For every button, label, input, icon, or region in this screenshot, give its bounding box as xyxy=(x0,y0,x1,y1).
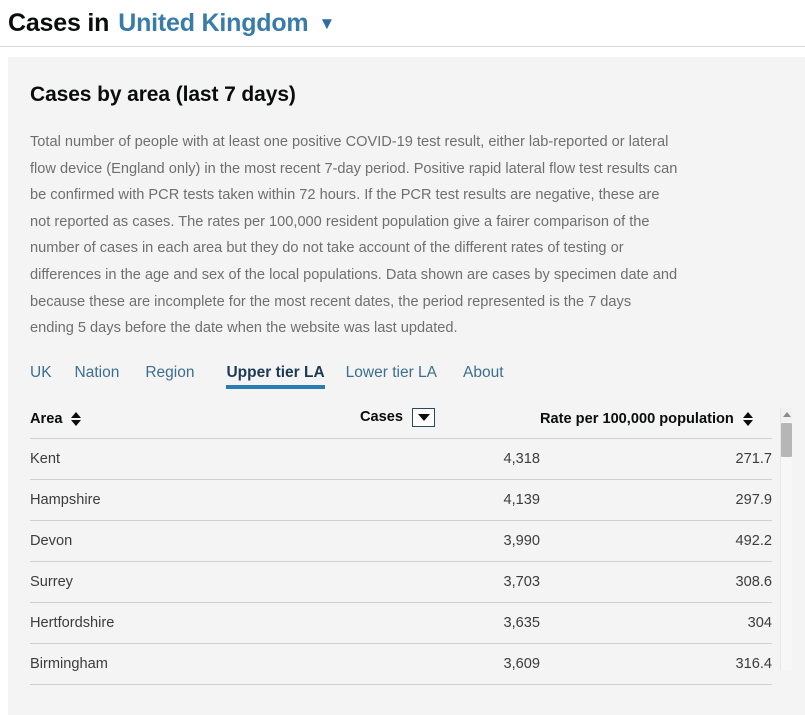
cell-cases: 3,609 xyxy=(360,643,540,685)
column-header-area-label: Area xyxy=(30,410,63,427)
cell-cases: 4,139 xyxy=(360,479,540,521)
active-tab-underline xyxy=(226,384,325,389)
column-header-area[interactable]: Area xyxy=(30,407,360,439)
cases-by-area-table: Area Cases Rate per 100,000 population K… xyxy=(30,407,772,685)
sort-descending-icon[interactable] xyxy=(412,407,436,427)
tab-upper-tier-la[interactable]: Upper tier LA xyxy=(220,364,345,390)
chevron-down-icon[interactable]: ▼ xyxy=(318,15,335,32)
cell-rate: 492.2 xyxy=(540,520,772,562)
sort-updown-icon[interactable] xyxy=(71,411,82,426)
section-heading: Cases by area (last 7 days) xyxy=(30,83,296,106)
tab-bar: UK Nation Region Upper tier LA Lower tie… xyxy=(30,364,783,390)
table-region: Area Cases Rate per 100,000 population K… xyxy=(30,407,792,685)
tab-about-label: About xyxy=(463,363,504,381)
cell-rate: 308.6 xyxy=(540,561,772,603)
cell-cases: 3,703 xyxy=(360,561,540,603)
tab-nation-label: Nation xyxy=(74,363,120,381)
tab-nation[interactable]: Nation xyxy=(75,364,146,390)
column-header-rate[interactable]: Rate per 100,000 population xyxy=(540,407,772,439)
table-row: Surrey 3,703 308.6 xyxy=(30,561,772,603)
cell-rate: 316.4 xyxy=(540,643,772,685)
cell-area: Devon xyxy=(30,520,360,562)
cell-area: Birmingham xyxy=(30,643,360,685)
table-header-row: Area Cases Rate per 100,000 population xyxy=(30,407,772,439)
location-selector-label[interactable]: United Kingdom xyxy=(118,9,308,38)
column-header-cases[interactable]: Cases xyxy=(360,407,540,439)
cases-by-area-card: Cases by area (last 7 days) Total number… xyxy=(8,57,805,715)
column-header-cases-label: Cases xyxy=(360,409,404,426)
cell-cases: 3,635 xyxy=(360,602,540,644)
table-row: Hampshire 4,139 297.9 xyxy=(30,479,772,521)
cell-rate: 304 xyxy=(540,602,772,644)
cell-area: Kent xyxy=(30,438,360,480)
table-row: Devon 3,990 492.2 xyxy=(30,520,772,562)
cell-area: Surrey xyxy=(30,561,360,603)
tab-region[interactable]: Region xyxy=(145,364,220,390)
tab-about[interactable]: About xyxy=(463,364,527,390)
scroll-up-icon[interactable] xyxy=(781,407,792,422)
tab-uk-label: UK xyxy=(30,363,52,381)
cell-cases: 3,990 xyxy=(360,520,540,562)
table-row: Birmingham 3,609 316.4 xyxy=(30,643,772,685)
page-title-static: Cases in xyxy=(8,8,110,37)
cell-rate: 271.7 xyxy=(540,438,772,480)
table-head: Area Cases Rate per 100,000 population xyxy=(30,407,772,439)
page-title: Cases in United Kingdom ▼ xyxy=(8,9,335,38)
page-header: Cases in United Kingdom ▼ xyxy=(0,0,805,47)
tab-uk[interactable]: UK xyxy=(30,364,75,390)
table-body: Kent 4,318 271.7 Hampshire 4,139 297.9 D… xyxy=(30,438,772,685)
tab-region-label: Region xyxy=(145,363,195,381)
sort-updown-icon[interactable] xyxy=(742,411,753,426)
table-scrollbar[interactable] xyxy=(780,407,792,670)
scrollbar-thumb[interactable] xyxy=(781,422,792,457)
cell-area: Hampshire xyxy=(30,479,360,521)
cell-rate: 297.9 xyxy=(540,479,772,521)
column-header-rate-label: Rate per 100,000 population xyxy=(540,410,734,427)
tab-lower-tier-la-label: Lower tier LA xyxy=(345,363,437,381)
tab-upper-tier-la-label: Upper tier LA xyxy=(226,363,325,381)
section-description: Total number of people with at least one… xyxy=(30,134,678,337)
table-row: Hertfordshire 3,635 304 xyxy=(30,602,772,644)
cell-area: Hertfordshire xyxy=(30,602,360,644)
table-row: Kent 4,318 271.7 xyxy=(30,438,772,480)
tab-lower-tier-la[interactable]: Lower tier LA xyxy=(346,364,463,390)
cell-cases: 4,318 xyxy=(360,438,540,480)
